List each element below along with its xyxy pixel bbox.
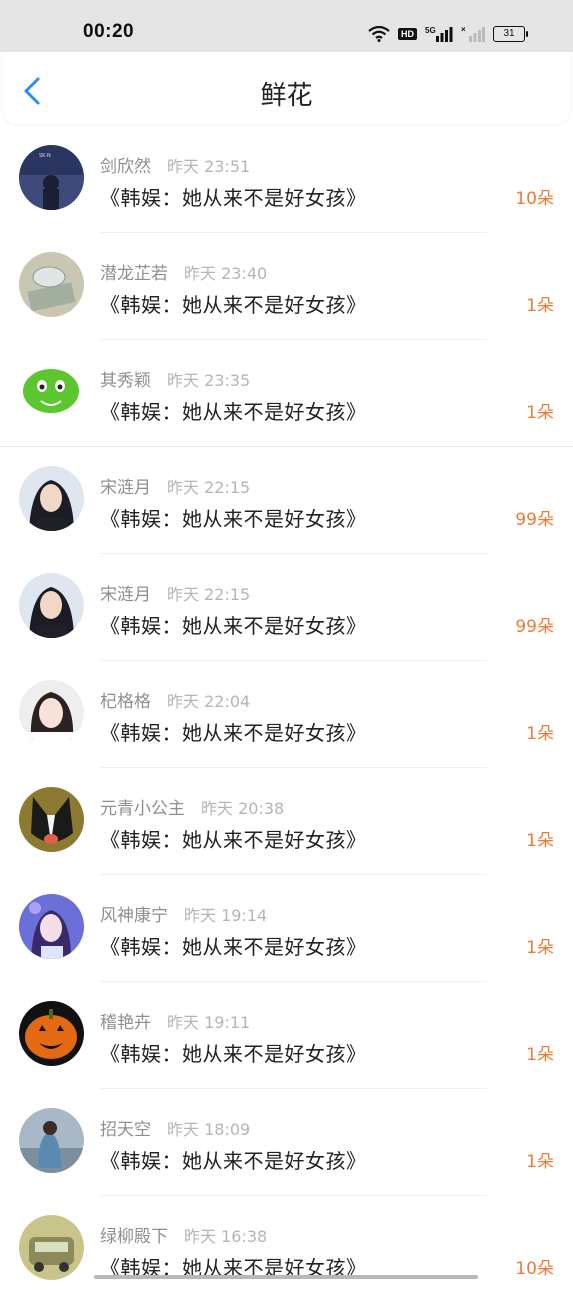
timestamp: 昨天 19:14: [184, 906, 268, 925]
list-item[interactable]: 稽艳卉 昨天 19:11 《韩娱：她从来不是好女孩》 1朵: [0, 982, 573, 1089]
list-item[interactable]: SK·N 剑欣然 昨天 23:51 《韩娱：她从来不是好女孩》 10朵: [0, 126, 573, 233]
article-title[interactable]: 《韩娱：她从来不是好女孩》: [100, 182, 367, 211]
timestamp: 昨天 16:38: [184, 1227, 268, 1246]
avatar[interactable]: [19, 252, 84, 317]
user-name[interactable]: 元青小公主: [100, 794, 185, 819]
flower-count: 99朵: [515, 617, 554, 637]
article-title[interactable]: 《韩娱：她从来不是好女孩》: [100, 289, 367, 318]
avatar[interactable]: [19, 680, 84, 745]
status-icons: HD 5G × 31: [368, 24, 528, 44]
list-item[interactable]: 元青小公主 昨天 20:38 《韩娱：她从来不是好女孩》 1朵: [0, 768, 573, 875]
list-item[interactable]: 宋涟月 昨天 22:15 《韩娱：她从来不是好女孩》 99朵: [0, 447, 573, 554]
article-title[interactable]: 《韩娱：她从来不是好女孩》: [100, 1145, 367, 1174]
list-item[interactable]: 宋涟月 昨天 22:15 《韩娱：她从来不是好女孩》 99朵: [0, 554, 573, 661]
list-item[interactable]: 潜龙芷若 昨天 23:40 《韩娱：她从来不是好女孩》 1朵: [0, 233, 573, 340]
avatar[interactable]: [19, 1215, 84, 1280]
flower-count: 1朵: [526, 296, 554, 316]
avatar[interactable]: [19, 1108, 84, 1173]
timestamp: 昨天 22:15: [167, 478, 251, 497]
flower-count: 1朵: [526, 938, 554, 958]
svg-text:5G: 5G: [425, 26, 436, 35]
avatar[interactable]: [19, 573, 84, 638]
battery-icon: 31: [493, 26, 528, 42]
flower-count: 1朵: [526, 403, 554, 423]
list-item[interactable]: 招天空 昨天 18:09 《韩娱：她从来不是好女孩》 1朵: [0, 1089, 573, 1196]
status-time: 00:20: [83, 21, 135, 42]
flower-count: 10朵: [515, 1259, 554, 1279]
timestamp: 昨天 20:38: [201, 799, 285, 818]
flower-count: 1朵: [526, 1152, 554, 1172]
list-item[interactable]: 风神康宁 昨天 19:14 《韩娱：她从来不是好女孩》 1朵: [0, 875, 573, 982]
hd-badge: HD: [398, 28, 417, 40]
timestamp: 昨天 18:09: [167, 1120, 251, 1139]
user-name[interactable]: 其秀颖: [100, 366, 151, 391]
signal-5g-icon: 5G: [425, 26, 453, 42]
timestamp: 昨天 22:15: [167, 585, 251, 604]
timestamp: 昨天 23:35: [167, 371, 251, 390]
user-name[interactable]: 宋涟月: [100, 580, 151, 605]
timestamp: 昨天 23:51: [167, 157, 251, 176]
status-bar: 00:20 HD 5G × 31: [0, 0, 573, 52]
avatar[interactable]: [19, 894, 84, 959]
avatar[interactable]: [19, 787, 84, 852]
user-name[interactable]: 招天空: [100, 1115, 151, 1140]
article-title[interactable]: 《韩娱：她从来不是好女孩》: [100, 1038, 367, 1067]
flower-list: SK·N 剑欣然 昨天 23:51 《韩娱：她从来不是好女孩》 10朵 潜龙芷若昨…: [0, 126, 573, 1303]
user-name[interactable]: 稽艳卉: [100, 1008, 151, 1033]
flower-count: 99朵: [515, 510, 554, 530]
article-title[interactable]: 《韩娱：她从来不是好女孩》: [100, 610, 367, 639]
header: 鲜花: [3, 52, 570, 124]
wifi-icon: [368, 26, 390, 42]
user-name[interactable]: 杞格格: [100, 687, 151, 712]
avatar[interactable]: [19, 466, 84, 531]
article-title[interactable]: 《韩娱：她从来不是好女孩》: [100, 931, 367, 960]
flower-count: 1朵: [526, 831, 554, 851]
signal-x-icon: ×: [461, 25, 485, 42]
user-name[interactable]: 宋涟月: [100, 473, 151, 498]
article-title[interactable]: 《韩娱：她从来不是好女孩》: [100, 396, 367, 425]
flower-count: 1朵: [526, 724, 554, 744]
user-name[interactable]: 剑欣然: [100, 152, 151, 177]
article-title[interactable]: 《韩娱：她从来不是好女孩》: [100, 717, 367, 746]
svg-text:×: ×: [461, 25, 466, 34]
flower-count: 10朵: [515, 189, 554, 209]
page-title: 鲜花: [260, 81, 313, 111]
list-item[interactable]: 杞格格 昨天 22:04 《韩娱：她从来不是好女孩》 1朵: [0, 661, 573, 768]
article-title[interactable]: 《韩娱：她从来不是好女孩》: [100, 503, 367, 532]
timestamp: 昨天 19:11: [167, 1013, 251, 1032]
user-name[interactable]: 绿柳殿下: [100, 1222, 168, 1247]
timestamp: 昨天 23:40: [184, 264, 268, 283]
home-indicator[interactable]: [94, 1275, 478, 1279]
svg-text:SK·N: SK·N: [39, 153, 51, 159]
list-item[interactable]: 其秀颖 昨天 23:35 《韩娱：她从来不是好女孩》 1朵: [0, 340, 573, 447]
avatar[interactable]: [19, 359, 84, 424]
list-item[interactable]: 绿柳殿下 昨天 16:38 《韩娱：她从来不是好女孩》 10朵: [0, 1196, 573, 1303]
avatar[interactable]: [19, 1001, 84, 1066]
flower-count: 1朵: [526, 1045, 554, 1065]
timestamp: 昨天 22:04: [167, 692, 251, 711]
user-name[interactable]: 风神康宁: [100, 901, 168, 926]
avatar[interactable]: SK·N: [19, 145, 84, 210]
article-title[interactable]: 《韩娱：她从来不是好女孩》: [100, 824, 367, 853]
user-name[interactable]: 潜龙芷若: [100, 259, 168, 284]
